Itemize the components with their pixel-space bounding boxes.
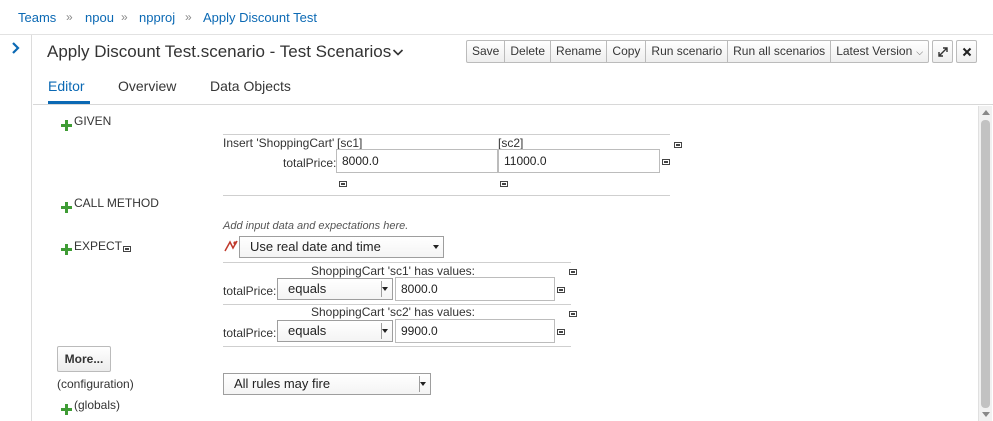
scenario-header-sc1: [sc1]	[337, 136, 363, 150]
maximize-button[interactable]	[932, 40, 953, 63]
given-value-sc1-input[interactable]: 8000.0	[336, 149, 498, 173]
divider	[223, 195, 670, 196]
remove-expectation-icon[interactable]	[569, 269, 577, 275]
breadcrumb-item-apply-discount-test[interactable]: Apply Discount Test	[203, 10, 317, 25]
dropdown-arrow-icon	[420, 382, 426, 386]
breadcrumb-item-teams[interactable]: Teams	[18, 10, 56, 25]
expect-header-sc2: ShoppingCart 'sc2' has values:	[311, 305, 476, 319]
insert-fact-label: Insert 'ShoppingCart'	[223, 136, 335, 150]
breadcrumb-separator: »	[66, 10, 73, 24]
operator-select[interactable]: equals	[277, 320, 393, 342]
breadcrumb-separator: »	[121, 10, 128, 24]
field-label: totalPrice:	[283, 156, 337, 170]
rules-value: All rules may fire	[234, 376, 331, 391]
remove-sc2-icon[interactable]	[500, 181, 508, 187]
chevron-right-icon[interactable]	[9, 41, 23, 55]
active-tab-indicator	[48, 101, 90, 104]
expect-value-sc2-input[interactable]: 9900.0	[395, 319, 555, 343]
rename-button[interactable]: Rename	[551, 40, 608, 63]
editor-toolbar: Save Delete Rename Copy Run scenario Run…	[466, 40, 930, 63]
breadcrumb-item-npproj[interactable]: npproj	[139, 10, 175, 25]
configuration-label: (configuration)	[57, 377, 134, 391]
date-time-value: Use real date and time	[250, 239, 381, 254]
breadcrumb-separator: »	[185, 10, 192, 24]
clock-icon	[224, 240, 238, 252]
expect-label: EXPECT	[74, 239, 123, 253]
add-global-icon[interactable]	[61, 404, 72, 415]
rules-select[interactable]: All rules may fire	[223, 373, 431, 395]
close-icon	[962, 47, 972, 57]
remove-column-icon[interactable]	[674, 142, 682, 148]
editor-tabs: Editor Overview Data Objects	[33, 69, 993, 105]
page-title: Apply Discount Test.scenario - Test Scen…	[47, 42, 392, 61]
version-label: Latest Version	[836, 44, 913, 58]
remove-expectation-icon[interactable]	[569, 311, 577, 317]
scroll-up-icon[interactable]	[982, 110, 990, 115]
delete-button[interactable]: Delete	[505, 40, 552, 63]
breadcrumb-item-npou[interactable]: npou	[85, 10, 114, 25]
tab-overview[interactable]: Overview	[118, 78, 176, 94]
scrollbar-thumb[interactable]	[981, 120, 990, 408]
dropdown-arrow-icon	[382, 287, 388, 291]
expect-header-sc1: ShoppingCart 'sc1' has values:	[311, 264, 476, 278]
globals-label: (globals)	[74, 398, 121, 412]
left-rail	[0, 35, 32, 421]
vertical-scrollbar[interactable]	[978, 106, 992, 421]
dropdown-arrow-icon	[433, 245, 439, 249]
scroll-down-icon[interactable]	[982, 412, 990, 417]
close-button[interactable]	[956, 40, 977, 63]
more-button[interactable]: More...	[57, 346, 111, 372]
run-all-scenarios-button[interactable]: Run all scenarios	[728, 40, 832, 63]
expect-field-label: totalPrice:	[223, 284, 277, 298]
divider	[223, 134, 670, 135]
operator-value: equals	[288, 323, 327, 338]
scenario-editor: GIVEN Insert 'ShoppingCart' [sc1] [sc2] …	[33, 106, 978, 421]
expect-field-label: totalPrice:	[223, 326, 277, 340]
tab-editor[interactable]: Editor	[48, 78, 85, 94]
divider	[223, 262, 571, 263]
hint-text: Add input data and expectations here.	[223, 220, 409, 232]
chevron-down-icon[interactable]	[392, 48, 404, 57]
given-label: GIVEN	[74, 114, 112, 128]
caret-down-icon: ⌵	[916, 47, 924, 57]
version-dropdown[interactable]: Latest Version ⌵	[831, 40, 930, 63]
save-button[interactable]: Save	[466, 40, 506, 63]
tab-data-objects[interactable]: Data Objects	[210, 78, 291, 94]
expect-value-sc1-input[interactable]: 8000.0	[395, 277, 555, 301]
scenario-header-sc2: [sc2]	[498, 136, 524, 150]
add-expect-icon[interactable]	[61, 244, 72, 255]
expand-icon	[938, 47, 948, 57]
editor-titlebar: Apply Discount Test.scenario - Test Scen…	[33, 35, 993, 69]
run-scenario-button[interactable]: Run scenario	[646, 40, 729, 63]
copy-button[interactable]: Copy	[607, 40, 647, 63]
breadcrumb: Teams » npou » npproj » Apply Discount T…	[0, 0, 993, 35]
divider	[223, 346, 571, 347]
call-method-label: CALL METHOD	[74, 196, 159, 210]
remove-sc1-icon[interactable]	[339, 181, 347, 187]
dropdown-arrow-icon	[382, 329, 388, 333]
add-call-method-icon[interactable]	[61, 202, 72, 213]
remove-row-icon[interactable]	[662, 159, 670, 165]
remove-field-icon[interactable]	[557, 329, 565, 335]
date-time-select[interactable]: Use real date and time	[239, 236, 444, 258]
remove-expect-icon[interactable]	[123, 246, 131, 252]
given-value-sc2-input[interactable]: 11000.0	[498, 149, 660, 173]
operator-value: equals	[288, 281, 327, 296]
add-given-icon[interactable]	[61, 120, 72, 131]
remove-field-icon[interactable]	[557, 287, 565, 293]
operator-select[interactable]: equals	[277, 278, 393, 300]
